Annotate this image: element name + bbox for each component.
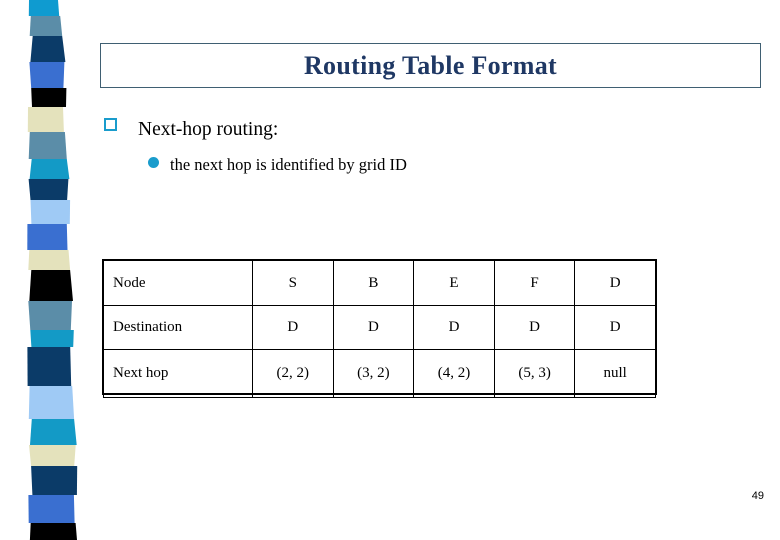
table-cell: D [252, 305, 334, 350]
stripe-band [28, 386, 75, 419]
stripe-band [28, 0, 60, 16]
table-row: Next hop (2, 2) (3, 2) (4, 2) (5, 3) nul… [103, 349, 656, 398]
stripe-band [28, 179, 69, 200]
table-cell: D [332, 305, 415, 350]
stripe-band [28, 301, 72, 330]
routing-table: Node S B E F D Destination D D D D D Nex… [103, 260, 656, 398]
table-cell: D [493, 305, 576, 350]
table-row: Node S B E F D [103, 260, 656, 306]
stripe-band [29, 16, 63, 36]
left-decorative-stripe [0, 0, 100, 540]
stripe-band [30, 330, 74, 347]
bullet-item-level1: Next-hop routing: [104, 118, 279, 141]
table-cell: (4, 2) [413, 349, 495, 398]
table-row-label: Node [103, 260, 253, 306]
stripe-band [27, 347, 72, 386]
stripe-band [27, 224, 68, 250]
stripe-band [30, 419, 77, 445]
stripe-bands-svg [27, 0, 78, 540]
stripe-band [29, 445, 76, 466]
table-cell: D [574, 260, 656, 306]
filled-circle-bullet-icon [148, 157, 159, 168]
table-row-label: Destination [103, 305, 253, 350]
table-cell: E [413, 260, 495, 306]
table-cell: (5, 3) [493, 349, 576, 398]
table-row: Destination D D D D D [103, 305, 656, 350]
table-cell: (2, 2) [252, 349, 334, 398]
stripe-band [31, 466, 78, 495]
table-row-label: Next hop [103, 349, 253, 398]
stripe-band [29, 159, 70, 179]
bullet-level2-label: the next hop is identified by grid ID [170, 155, 407, 174]
hollow-square-bullet-icon [104, 118, 117, 131]
bullet-level1-label: Next-hop routing: [138, 119, 279, 140]
table-cell: B [332, 260, 415, 306]
table-cell: F [493, 260, 576, 306]
table-cell: null [574, 349, 656, 398]
table-cell: D [574, 305, 656, 350]
table-cell: D [413, 305, 495, 350]
stripe-band [29, 523, 77, 540]
stripe-band [27, 107, 64, 132]
stripe-band [29, 270, 73, 301]
stripe-band [30, 200, 71, 224]
stripe-band [28, 132, 67, 159]
page-title: Routing Table Format [303, 50, 558, 80]
stripe-band [31, 88, 67, 107]
page-number: 49 [751, 490, 764, 502]
table-cell: (3, 2) [332, 349, 415, 398]
bullet-item-level2: the next hop is identified by grid ID [148, 155, 407, 175]
table-cell: S [252, 260, 334, 306]
stripe-band [28, 250, 71, 270]
stripe-band [30, 36, 66, 62]
stripe-band [28, 495, 75, 523]
stripe-band [29, 62, 65, 88]
